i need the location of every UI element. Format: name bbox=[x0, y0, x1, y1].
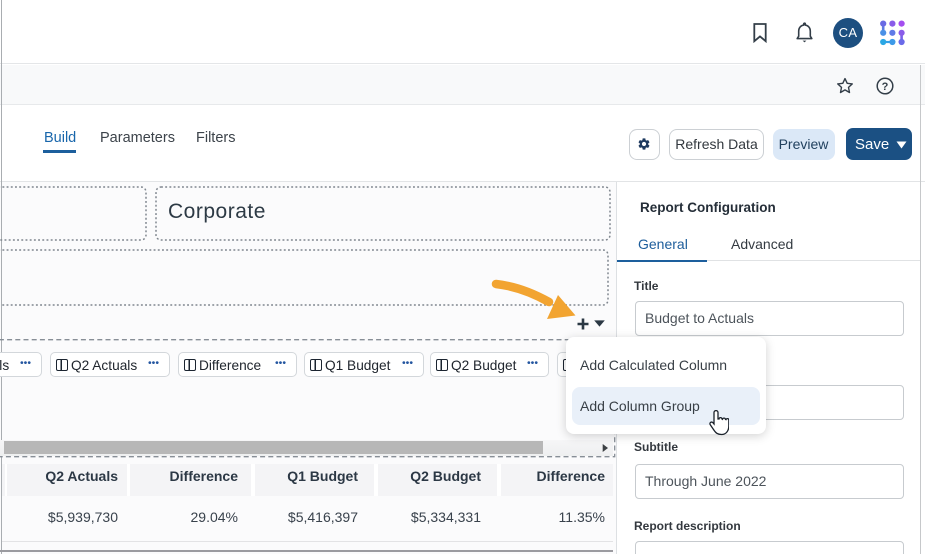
svg-text:?: ? bbox=[882, 81, 889, 93]
